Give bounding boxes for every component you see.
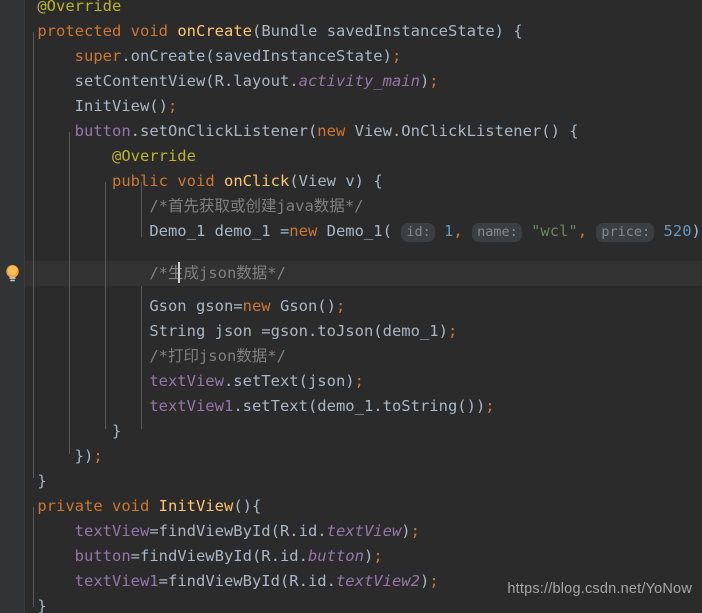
code-line[interactable]: String json =gson.toJson(demo_1); xyxy=(0,319,702,344)
code-line[interactable]: @Override xyxy=(0,0,702,19)
watermark: https://blog.csdn.net/YoNow xyxy=(507,581,692,597)
param-hint-price[interactable]: price: xyxy=(596,223,655,242)
code-line[interactable]: button.setOnClickListener(new View.OnCli… xyxy=(0,119,702,144)
resource-id: textView2 xyxy=(335,572,420,590)
code-line[interactable]: Gson gson=new Gson(); xyxy=(0,294,702,319)
code-line[interactable]: super.onCreate(savedInstanceState); xyxy=(0,44,702,69)
code-editor[interactable]: @Override protected void onCreate(Bundle… xyxy=(0,0,702,613)
code-line[interactable]: textView1.setText(demo_1.toString()); xyxy=(0,394,702,419)
comment-text: /*生成json数据*/ xyxy=(149,264,286,282)
code-line[interactable]: InitView(); xyxy=(0,94,702,119)
comment-text: /*首先获取或创建java数据*/ xyxy=(149,197,364,215)
code-line-comment[interactable]: /*生成json数据*/ xyxy=(0,261,702,286)
code-line[interactable]: textView.setText(json); xyxy=(0,369,702,394)
literal-name: "wcl" xyxy=(531,222,578,240)
code-line[interactable]: } xyxy=(0,469,702,494)
code-line-comment[interactable]: /*首先获取或创建java数据*/ xyxy=(0,194,702,219)
code-line[interactable]: protected void onCreate(Bundle savedInst… xyxy=(0,19,702,44)
comment-text: /*打印json数据*/ xyxy=(149,347,286,365)
code-line[interactable]: } xyxy=(0,419,702,444)
code-line[interactable]: Demo_1 demo_1 =new Demo_1( id: 1, name: … xyxy=(0,219,702,244)
literal-id: 1 xyxy=(444,222,454,240)
code-line[interactable]: textView=findViewById(R.id.textView); xyxy=(0,519,702,544)
code-line[interactable]: }); xyxy=(0,444,702,469)
literal-price: 520 xyxy=(663,222,692,240)
param-hint-id[interactable]: id: xyxy=(401,223,435,242)
code-line[interactable]: public void onClick(View v) { xyxy=(0,169,702,194)
code-line[interactable]: private void InitView(){ xyxy=(0,494,702,519)
resource-id: textView xyxy=(326,522,402,540)
resource-id: button xyxy=(307,547,364,565)
text-caret xyxy=(178,262,180,283)
code-line[interactable]: setContentView(R.layout.activity_main); xyxy=(0,69,702,94)
code-line-comment[interactable]: /*打印json数据*/ xyxy=(0,344,702,369)
code-line[interactable]: button=findViewById(R.id.button); xyxy=(0,544,702,569)
code-line[interactable]: @Override xyxy=(0,144,702,169)
param-hint-name[interactable]: name: xyxy=(472,223,522,242)
code-surface[interactable]: @Override protected void onCreate(Bundle… xyxy=(0,0,702,613)
